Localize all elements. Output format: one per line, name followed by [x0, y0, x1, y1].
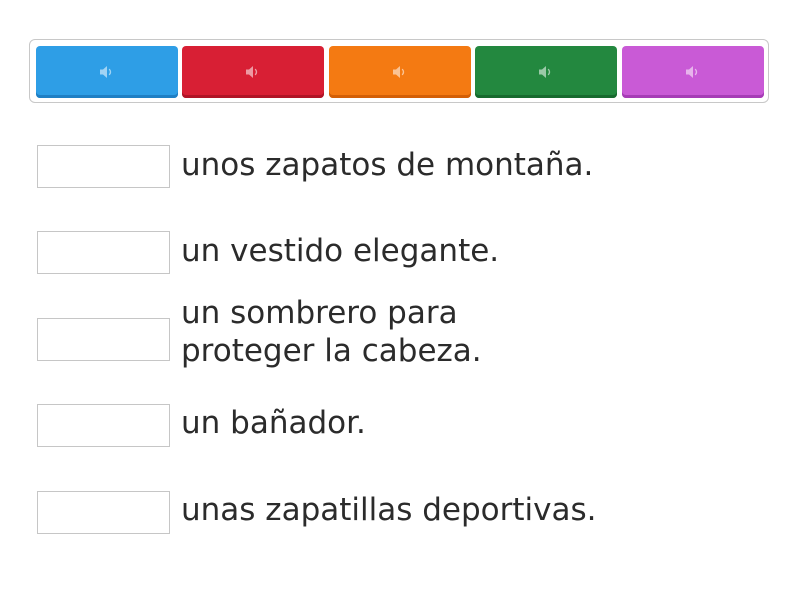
audio-tile-5[interactable] — [622, 46, 764, 98]
drop-slot-3[interactable] — [37, 318, 170, 361]
item-text-4: un bañador. — [181, 405, 366, 441]
speaker-icon — [244, 64, 262, 80]
audio-tile-3[interactable] — [329, 46, 471, 98]
drop-slot-1[interactable] — [37, 145, 170, 188]
audio-tile-1[interactable] — [36, 46, 178, 98]
speaker-icon — [537, 64, 555, 80]
item-text-1: unos zapatos de montaña. — [181, 147, 594, 183]
speaker-icon — [684, 64, 702, 80]
drop-slot-2[interactable] — [37, 231, 170, 274]
speaker-icon — [391, 64, 409, 80]
drop-slot-4[interactable] — [37, 404, 170, 447]
drop-slot-5[interactable] — [37, 491, 170, 534]
audio-tile-4[interactable] — [475, 46, 617, 98]
speaker-icon — [98, 64, 116, 80]
item-text-2: un vestido elegante. — [181, 233, 500, 269]
item-text-3: un sombrero para proteger la cabeza. — [181, 295, 482, 369]
audio-tile-tray — [29, 39, 769, 103]
audio-tile-2[interactable] — [182, 46, 324, 98]
item-text-5: unas zapatillas deportivas. — [181, 492, 597, 528]
